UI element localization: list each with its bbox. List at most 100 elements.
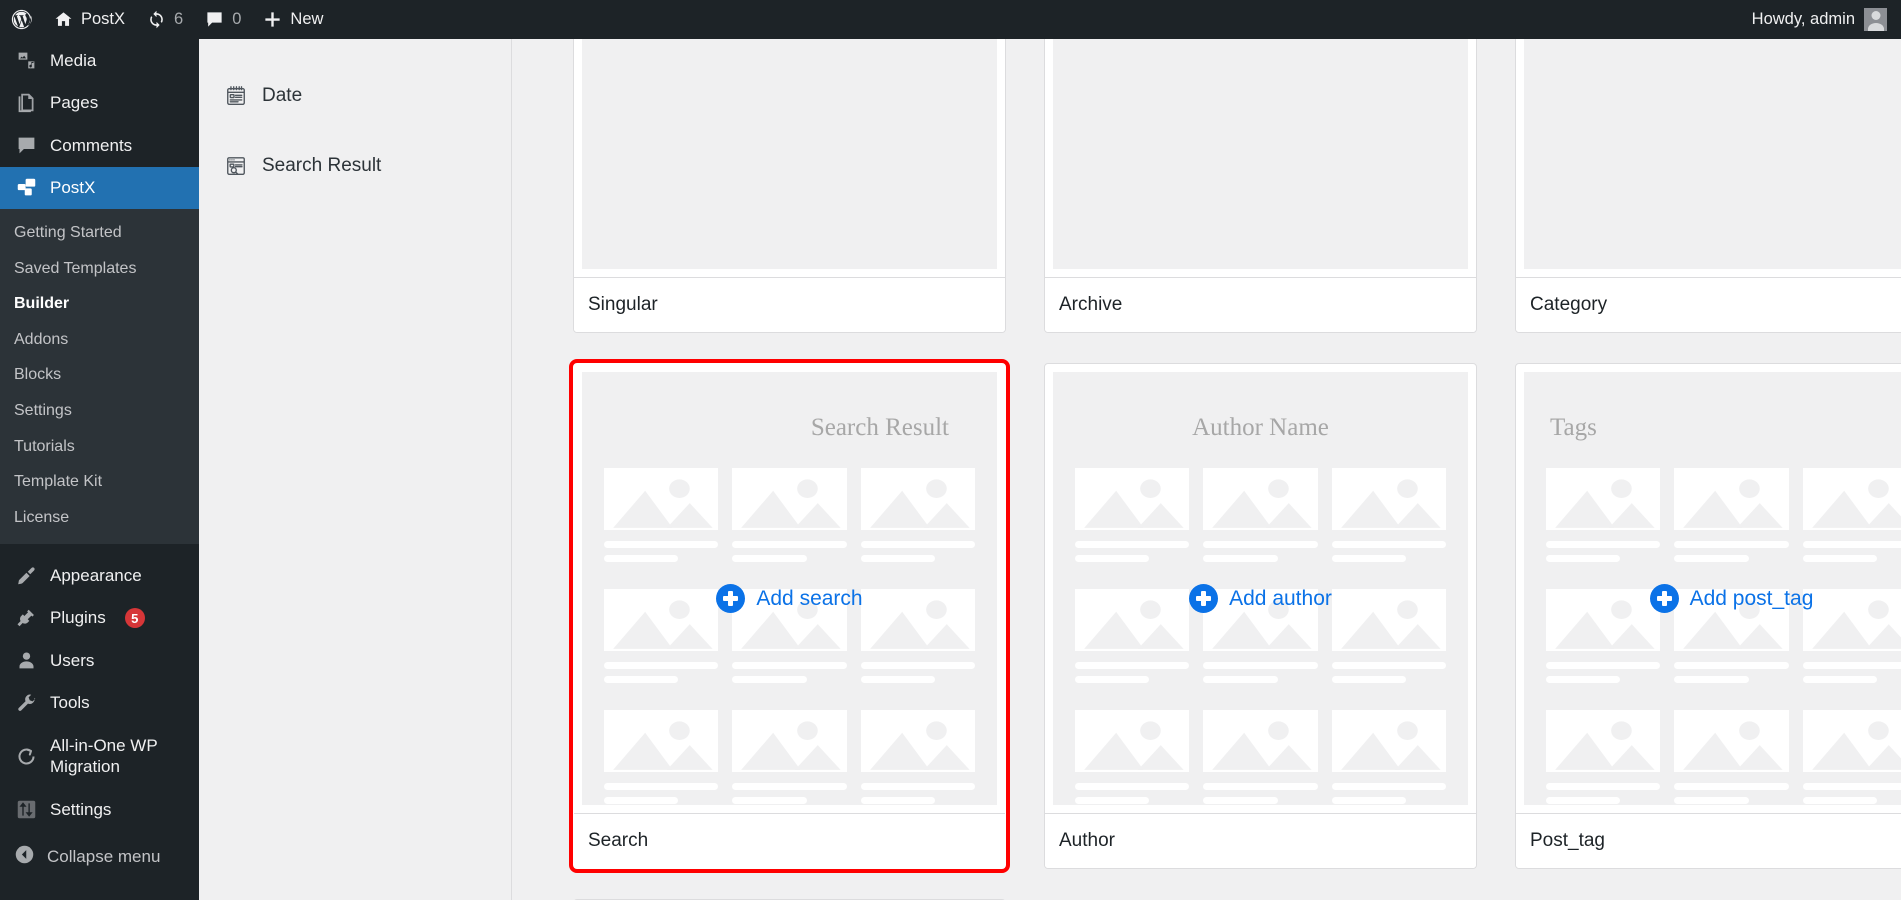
site-name-button[interactable]: PostX bbox=[43, 0, 136, 39]
preview-post-item bbox=[732, 710, 847, 805]
preview-post-item bbox=[860, 710, 975, 805]
placeholder-line bbox=[1546, 541, 1661, 548]
howdy-label[interactable]: Howdy, admin bbox=[1752, 10, 1855, 29]
collapse-arrow-icon bbox=[14, 844, 35, 870]
image-placeholder-icon bbox=[1331, 710, 1446, 772]
home-icon bbox=[54, 10, 73, 29]
image-placeholder-icon bbox=[1546, 468, 1661, 530]
template-preview: Search Result Add search bbox=[582, 372, 997, 805]
admin-sidebar: Media Pages Comments PostX Getting Start… bbox=[0, 39, 208, 900]
preview-post-item bbox=[604, 710, 719, 805]
template-card-archive[interactable]: Archive bbox=[1044, 39, 1477, 333]
avatar[interactable] bbox=[1864, 8, 1887, 31]
template-card-grid: Singular Archive Category Search Result … bbox=[513, 39, 1901, 900]
image-placeholder-icon bbox=[604, 468, 719, 530]
placeholder-line bbox=[1075, 555, 1150, 562]
sidebar-item-label: Tools bbox=[50, 693, 90, 713]
sidebar-item-pages[interactable]: Pages bbox=[0, 82, 199, 125]
placeholder-line bbox=[1075, 797, 1150, 804]
migration-icon bbox=[14, 746, 38, 767]
image-placeholder-icon bbox=[1075, 710, 1190, 772]
sidebar-item-comments[interactable]: Comments bbox=[0, 124, 199, 167]
preview-post-grid bbox=[1524, 468, 1901, 805]
add-post-tag-button[interactable]: Add post_tag bbox=[1524, 584, 1901, 613]
add-author-button[interactable]: Add author bbox=[1053, 584, 1468, 613]
placeholder-line bbox=[1331, 783, 1446, 790]
submenu-item-template-kit[interactable]: Template Kit bbox=[0, 464, 199, 500]
submenu-item-builder[interactable]: Builder bbox=[0, 286, 199, 322]
tools-icon bbox=[14, 693, 38, 714]
placeholder-line bbox=[1331, 541, 1446, 548]
template-preview bbox=[1524, 39, 1901, 269]
sidebar-item-users[interactable]: Users bbox=[0, 639, 199, 682]
updates-count: 6 bbox=[174, 10, 184, 28]
placeholder-line bbox=[860, 555, 935, 562]
image-placeholder-icon bbox=[604, 710, 719, 772]
template-card-search[interactable]: Search Result Add search Search bbox=[569, 359, 1010, 873]
preview-post-item bbox=[1674, 710, 1789, 805]
submenu-item-settings[interactable]: Settings bbox=[0, 393, 199, 429]
submenu-item-tutorials[interactable]: Tutorials bbox=[0, 429, 199, 465]
template-preview: Author Name Add author bbox=[1053, 372, 1468, 805]
placeholder-line bbox=[732, 555, 807, 562]
template-card-post-tag[interactable]: Tags Add post_tag Post_tag bbox=[1515, 363, 1901, 869]
placeholder-line bbox=[604, 783, 719, 790]
wp-logo-button[interactable] bbox=[0, 0, 43, 39]
nav-entry-date[interactable]: Date bbox=[199, 61, 511, 131]
placeholder-line bbox=[732, 541, 847, 548]
nav-entry-search-result[interactable]: Search Result bbox=[199, 131, 511, 201]
submenu-item-getting-started[interactable]: Getting Started bbox=[0, 215, 199, 251]
template-preview bbox=[582, 39, 997, 269]
template-card-category[interactable]: Category bbox=[1515, 39, 1901, 333]
builder-nav-panel: Date Search Result bbox=[199, 39, 512, 900]
placeholder-line bbox=[604, 541, 719, 548]
submenu-item-blocks[interactable]: Blocks bbox=[0, 357, 199, 393]
image-placeholder-icon bbox=[1546, 710, 1661, 772]
sidebar-item-tools[interactable]: Tools bbox=[0, 682, 199, 725]
placeholder-line bbox=[1546, 676, 1621, 683]
preview-post-item bbox=[1802, 710, 1901, 805]
placeholder-line bbox=[1203, 555, 1278, 562]
template-card-author[interactable]: Author Name Add author Author bbox=[1044, 363, 1477, 869]
template-builder-content: Singular Archive Category Search Result … bbox=[513, 39, 1901, 900]
sidebar-item-plugins[interactable]: Plugins 5 bbox=[0, 597, 199, 640]
submenu-item-saved-templates[interactable]: Saved Templates bbox=[0, 251, 199, 287]
sidebar-item-settings[interactable]: Settings bbox=[0, 788, 199, 831]
sidebar-item-postx[interactable]: PostX bbox=[0, 166, 208, 209]
submenu-item-license[interactable]: License bbox=[0, 500, 199, 536]
submenu-item-addons[interactable]: Addons bbox=[0, 322, 199, 358]
comments-icon bbox=[14, 135, 38, 156]
sidebar-item-label: Plugins bbox=[50, 608, 106, 628]
updates-button[interactable]: 6 bbox=[136, 0, 194, 39]
sidebar-item-appearance[interactable]: Appearance bbox=[0, 554, 199, 597]
template-card-label: Post_tag bbox=[1516, 813, 1901, 868]
nav-entry-label: Date bbox=[262, 85, 303, 106]
template-card-singular[interactable]: Singular bbox=[573, 39, 1006, 333]
media-icon bbox=[14, 50, 38, 71]
template-card-label: Singular bbox=[574, 277, 1005, 332]
preview-post-item bbox=[1203, 710, 1318, 805]
site-name-label: PostX bbox=[81, 10, 126, 28]
placeholder-line bbox=[1674, 676, 1749, 683]
preview-post-item bbox=[1331, 468, 1446, 569]
pages-icon bbox=[14, 92, 38, 113]
placeholder-line bbox=[860, 676, 935, 683]
collapse-menu-button[interactable]: Collapse menu bbox=[0, 836, 199, 878]
preview-post-item bbox=[1546, 468, 1661, 569]
sidebar-item-media[interactable]: Media bbox=[0, 39, 199, 82]
preview-post-item bbox=[860, 468, 975, 569]
sidebar-item-all-in-one-wp-migration[interactable]: All-in-One WP Migration bbox=[0, 724, 199, 788]
image-placeholder-icon bbox=[1203, 710, 1318, 772]
add-button-label: Add author bbox=[1229, 586, 1332, 610]
preview-post-item bbox=[604, 468, 719, 569]
nav-entry-label: Search Result bbox=[262, 155, 382, 176]
comments-button[interactable]: 0 bbox=[194, 0, 252, 39]
collapse-menu-label: Collapse menu bbox=[47, 846, 161, 866]
add-search-button[interactable]: Add search bbox=[582, 584, 997, 613]
preview-post-item bbox=[1802, 468, 1901, 569]
sidebar-item-label: Comments bbox=[50, 135, 133, 155]
placeholder-line bbox=[604, 797, 679, 804]
new-content-button[interactable]: New bbox=[252, 0, 334, 39]
image-placeholder-icon bbox=[1075, 468, 1190, 530]
preview-title: Tags bbox=[1550, 414, 1597, 441]
